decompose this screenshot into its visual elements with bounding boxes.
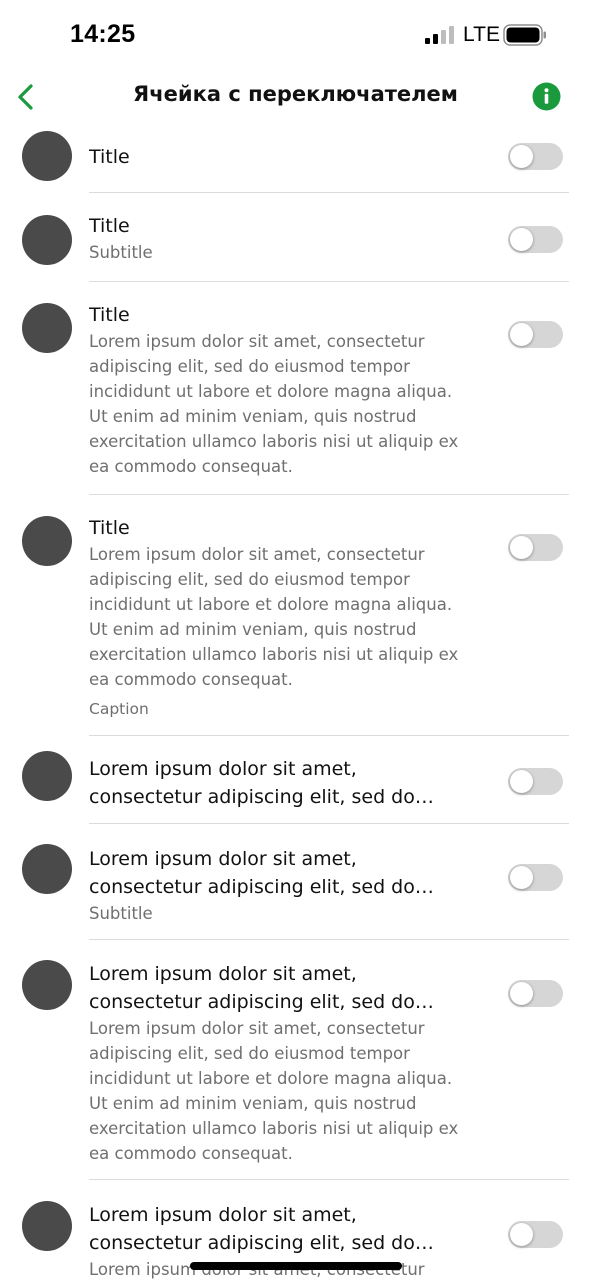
- cell-title: Lorem ipsum dolor sit amet, consectetur …: [89, 963, 434, 1013]
- cell-body: Lorem ipsum dolor sit amet, consectetur …: [89, 545, 459, 689]
- divider: [89, 494, 569, 495]
- cell-body: Lorem ipsum dolor sit amet, consectetur …: [89, 1019, 459, 1163]
- avatar: [22, 131, 72, 181]
- divider: [89, 735, 569, 736]
- divider: [89, 1179, 569, 1180]
- avatar: [22, 844, 72, 894]
- switch-toggle[interactable]: [508, 1221, 563, 1248]
- switch-toggle[interactable]: [508, 534, 563, 561]
- divider: [89, 192, 569, 193]
- divider: [89, 939, 569, 940]
- switch-cell: Title: [0, 131, 591, 193]
- cell-body: Lorem ipsum dolor sit amet, consectetur …: [89, 332, 459, 476]
- status-bar: 14:25 LTE: [0, 0, 591, 70]
- network-label: LTE: [463, 23, 500, 46]
- switch-knob: [510, 770, 533, 793]
- switch-knob: [510, 1223, 533, 1246]
- switch-toggle[interactable]: [508, 143, 563, 170]
- switch-knob: [510, 982, 533, 1005]
- avatar: [22, 516, 72, 566]
- divider: [89, 281, 569, 282]
- switch-cell: Title Lorem ipsum dolor sit amet, consec…: [0, 516, 591, 736]
- switch-toggle[interactable]: [508, 768, 563, 795]
- switch-knob: [510, 323, 533, 346]
- avatar: [22, 215, 72, 265]
- switch-cell: Title Lorem ipsum dolor sit amet, consec…: [0, 303, 591, 495]
- cell-caption: Caption: [89, 700, 149, 718]
- info-button[interactable]: [532, 82, 561, 111]
- page-title: Ячейка с переключателем: [133, 82, 458, 106]
- cell-subtitle: Subtitle: [89, 904, 153, 923]
- switch-knob: [510, 536, 533, 559]
- avatar: [22, 751, 72, 801]
- switch-cell: Lorem ipsum dolor sit amet, consectetur …: [0, 751, 591, 824]
- switch-cell: Lorem ipsum dolor sit amet, consectetur …: [0, 844, 591, 940]
- avatar: [22, 1201, 72, 1251]
- cell-title: Title: [89, 304, 130, 326]
- cell-title: Title: [89, 146, 130, 168]
- cell-title: Lorem ipsum dolor sit amet, consectetur …: [89, 758, 434, 808]
- navigation-bar: Ячейка с переключателем: [0, 70, 591, 124]
- battery-icon: [503, 24, 546, 46]
- switch-knob: [510, 228, 533, 251]
- cell-title: Title: [89, 215, 130, 237]
- cell-title: Lorem ipsum dolor sit amet, consectetur …: [89, 1204, 434, 1254]
- switch-cell: Lorem ipsum dolor sit amet, consectetur …: [0, 960, 591, 1180]
- status-time: 14:25: [70, 20, 136, 48]
- switch-knob: [510, 866, 533, 889]
- switch-toggle[interactable]: [508, 980, 563, 1007]
- cell-subtitle: Subtitle: [89, 243, 153, 262]
- cell-title: Lorem ipsum dolor sit amet, consectetur …: [89, 848, 434, 898]
- switch-toggle[interactable]: [508, 864, 563, 891]
- home-indicator[interactable]: [190, 1262, 402, 1270]
- cell-title: Title: [89, 517, 130, 539]
- avatar: [22, 303, 72, 353]
- avatar: [22, 960, 72, 1010]
- signal-icon: [425, 26, 454, 44]
- switch-knob: [510, 145, 533, 168]
- switch-toggle[interactable]: [508, 321, 563, 348]
- divider: [89, 823, 569, 824]
- switch-cell: Title Subtitle: [0, 215, 591, 282]
- switch-toggle[interactable]: [508, 226, 563, 253]
- info-icon: [532, 82, 561, 111]
